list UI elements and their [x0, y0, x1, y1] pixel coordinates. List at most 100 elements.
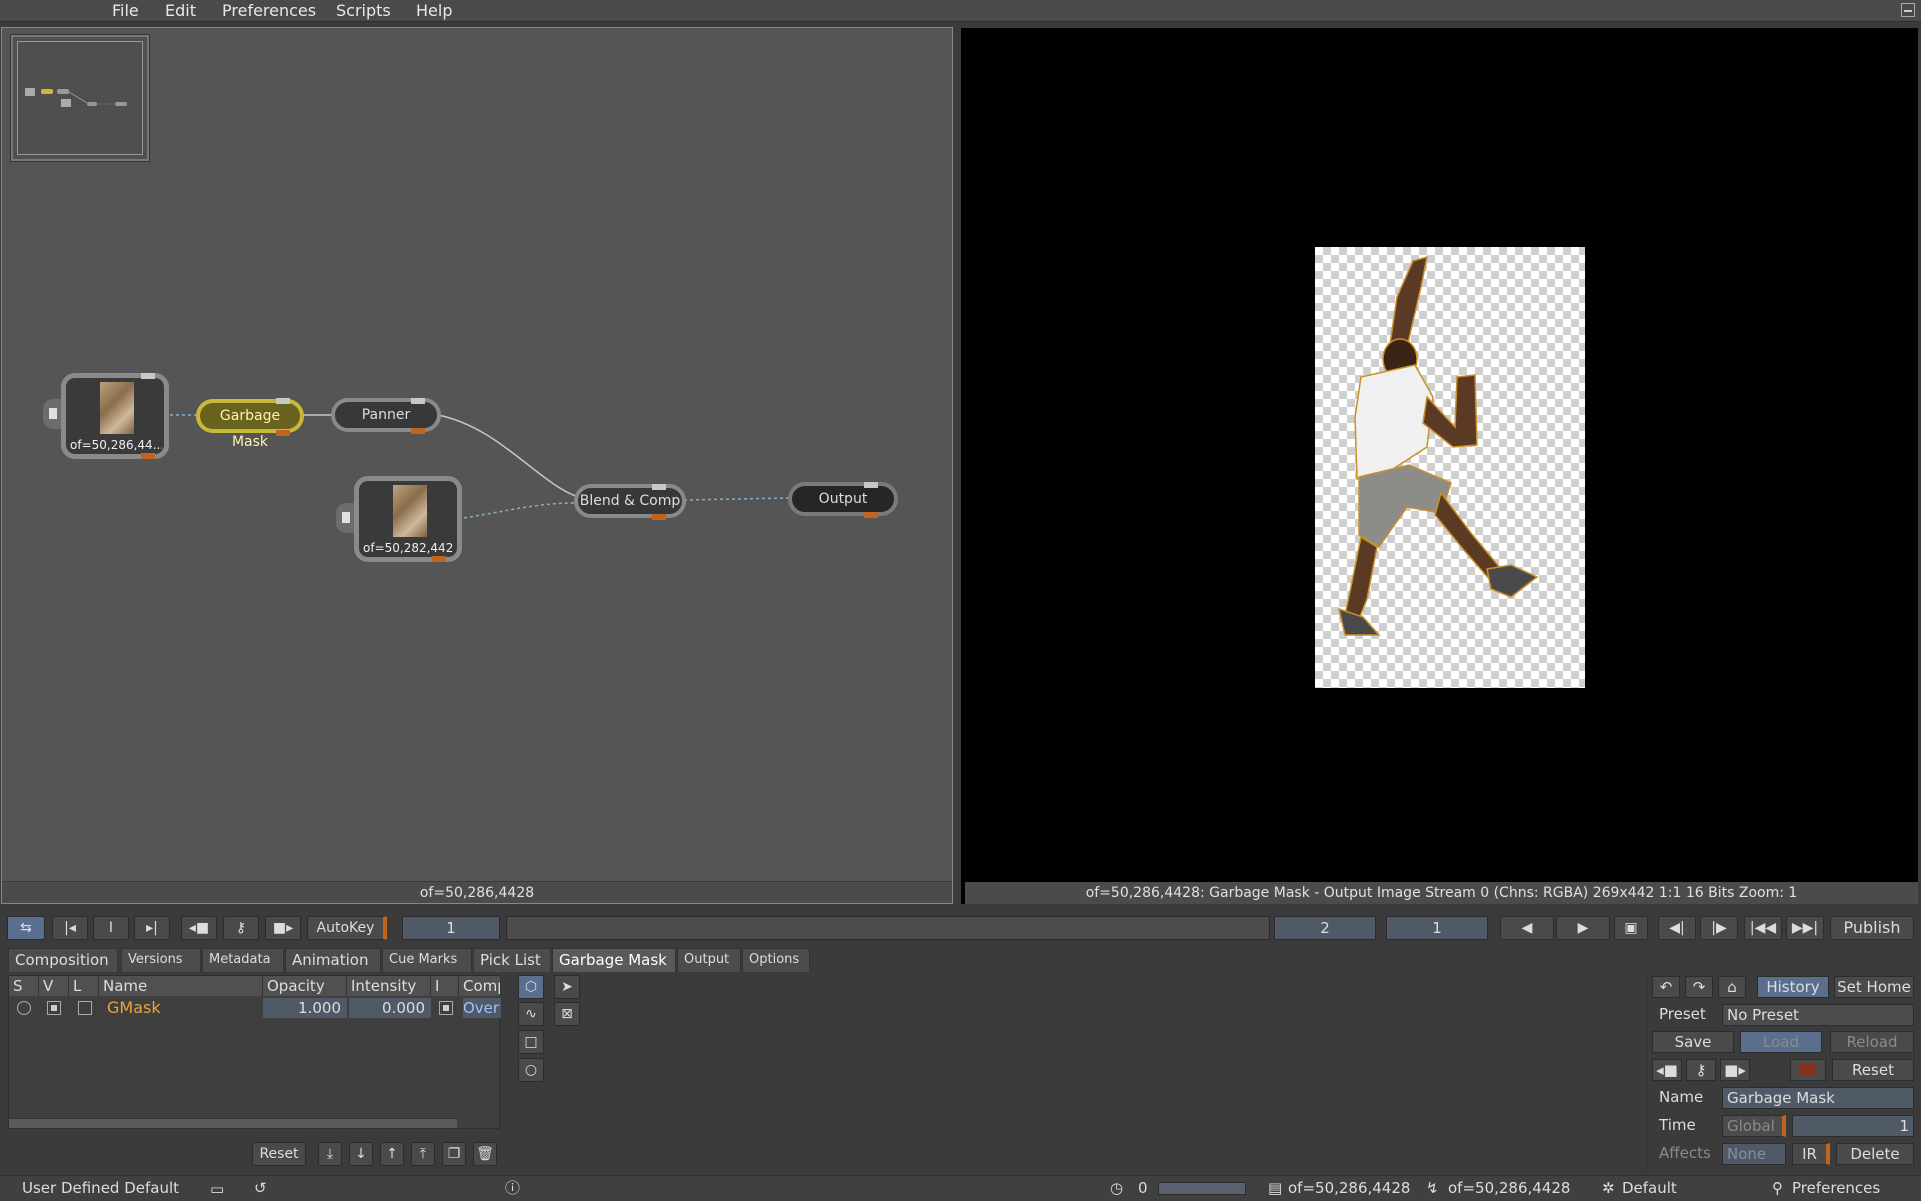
source-path-2[interactable]: of=50,286,4428: [1448, 1176, 1570, 1200]
source-node-2-input-port[interactable]: [336, 503, 356, 533]
graph-minimap[interactable]: [10, 34, 150, 162]
end-frame-field[interactable]: 2: [1274, 916, 1376, 940]
duplicate-button[interactable]: ❐: [442, 1142, 466, 1166]
table-horizontal-scrollbar[interactable]: [9, 1118, 457, 1128]
garbage-mask-node[interactable]: Garbage Mask: [196, 399, 304, 450]
port-top[interactable]: [276, 398, 290, 404]
undo-button[interactable]: ↶: [1652, 976, 1680, 998]
preset-dropdown[interactable]: No Preset: [1722, 1004, 1914, 1026]
solo-radio[interactable]: [17, 998, 35, 1018]
polygon-tool-button[interactable]: ⬡: [518, 975, 544, 999]
port-top[interactable]: [141, 373, 155, 379]
preferences-link[interactable]: Preferences: [1792, 1176, 1880, 1200]
redo-button[interactable]: ↷: [1685, 976, 1713, 998]
record-toggle[interactable]: [1790, 1059, 1826, 1081]
port-top[interactable]: [864, 482, 878, 488]
timeline-scrubber[interactable]: [506, 916, 1270, 940]
increment-field[interactable]: 1: [1386, 916, 1488, 940]
step-forward-button[interactable]: |▶: [1700, 916, 1738, 940]
affects-dropdown[interactable]: None: [1722, 1143, 1786, 1165]
save-button[interactable]: Save: [1652, 1031, 1734, 1053]
go-to-end-button[interactable]: ▸|: [134, 916, 170, 940]
move-up-button[interactable]: ↑: [380, 1142, 404, 1166]
source-path-1[interactable]: of=50,286,4428: [1288, 1176, 1410, 1200]
tab-output[interactable]: Output: [677, 948, 741, 972]
mask-name-cell[interactable]: GMask: [107, 998, 257, 1018]
port-top[interactable]: [411, 398, 425, 404]
next-key-button[interactable]: ■▸: [265, 916, 301, 940]
info-icon[interactable]: ⓘ: [505, 1176, 520, 1200]
reset-button[interactable]: Reset: [1832, 1059, 1914, 1081]
rendered-image[interactable]: [1315, 247, 1585, 688]
loop-toggle-button[interactable]: ⇆: [7, 916, 45, 940]
key-button[interactable]: ⚷: [223, 916, 259, 940]
comp-mode-cell[interactable]: Over: [463, 998, 501, 1018]
table-reset-button[interactable]: Reset: [252, 1142, 306, 1166]
tab-versions[interactable]: Versions: [121, 948, 201, 972]
column-header-intensity[interactable]: Intensity: [347, 976, 431, 996]
transform-tool-button[interactable]: ⊠: [554, 1002, 580, 1026]
jump-start-button[interactable]: |◀◀: [1744, 916, 1782, 940]
port-bottom[interactable]: [141, 453, 155, 459]
visible-checkbox[interactable]: [47, 998, 65, 1018]
layout-icon[interactable]: ▭: [210, 1177, 224, 1201]
bezier-tool-button[interactable]: ∿: [518, 1002, 544, 1026]
tab-garbage-mask[interactable]: Garbage Mask: [552, 948, 676, 972]
publish-button[interactable]: Publish: [1830, 916, 1914, 940]
column-header-l[interactable]: L: [69, 976, 99, 996]
column-header-s[interactable]: S: [9, 976, 39, 996]
port-top[interactable]: [652, 484, 666, 490]
column-header-v[interactable]: V: [39, 976, 69, 996]
time-value-field[interactable]: 1: [1792, 1115, 1914, 1137]
menu-scripts[interactable]: Scripts: [336, 1, 391, 20]
port-bottom[interactable]: [276, 430, 290, 436]
column-header-opacity[interactable]: Opacity: [263, 976, 347, 996]
ir-toggle[interactable]: IR: [1792, 1143, 1830, 1165]
port-bottom[interactable]: [652, 514, 666, 520]
tab-animation[interactable]: Animation: [285, 948, 381, 972]
invert-checkbox[interactable]: [439, 998, 457, 1018]
select-tool-button[interactable]: ➤: [554, 975, 580, 999]
tab-cue-marks[interactable]: Cue Marks: [382, 948, 472, 972]
port-bottom[interactable]: [432, 556, 446, 562]
history-button[interactable]: History: [1757, 976, 1829, 998]
next-key-button[interactable]: ■▸: [1720, 1059, 1750, 1081]
port-bottom[interactable]: [864, 512, 878, 518]
image-viewer[interactable]: [961, 28, 1918, 904]
node-graph-panel[interactable]: of=50,286,44... Garbage Mask Panner of=5…: [1, 27, 953, 904]
menu-help[interactable]: Help: [416, 1, 452, 20]
load-button[interactable]: Load: [1740, 1031, 1822, 1053]
output-node[interactable]: Output: [788, 482, 898, 516]
key-button[interactable]: ⚷: [1686, 1059, 1716, 1081]
delete-button[interactable]: Delete: [1836, 1143, 1914, 1165]
source-node-1-input-port[interactable]: [43, 399, 63, 429]
menu-file[interactable]: File: [112, 1, 139, 20]
column-header-i[interactable]: I: [431, 976, 459, 996]
go-to-start-button[interactable]: |◂: [52, 916, 88, 940]
node-name-field[interactable]: Garbage Mask: [1722, 1087, 1914, 1109]
current-frame-field[interactable]: 1: [402, 916, 500, 940]
move-bottom-button[interactable]: ⤓: [318, 1142, 342, 1166]
minimize-icon[interactable]: [1901, 3, 1915, 17]
blend-comp-node[interactable]: Blend & Comp: [574, 484, 686, 518]
autokey-toggle[interactable]: AutoKey: [307, 916, 387, 940]
port-bottom[interactable]: [411, 428, 425, 434]
reload-button[interactable]: Reload: [1830, 1031, 1914, 1053]
jump-end-button[interactable]: ▶▶|: [1786, 916, 1824, 940]
home-button[interactable]: ⌂: [1718, 976, 1746, 998]
menu-edit[interactable]: Edit: [165, 1, 196, 20]
previous-key-button[interactable]: ◂■: [1652, 1059, 1682, 1081]
step-back-button[interactable]: ◀|: [1658, 916, 1696, 940]
rectangle-tool-button[interactable]: □: [518, 1030, 544, 1054]
previous-key-button[interactable]: ◂■: [181, 916, 217, 940]
move-down-button[interactable]: ↓: [349, 1142, 373, 1166]
move-top-button[interactable]: ⤒: [411, 1142, 435, 1166]
tab-metadata[interactable]: Metadata: [202, 948, 284, 972]
column-header-name[interactable]: Name: [99, 976, 263, 996]
column-header-comp[interactable]: Comp: [459, 976, 501, 996]
play-once-button[interactable]: ▣: [1614, 916, 1648, 940]
opacity-cell[interactable]: 1.000: [263, 998, 347, 1018]
menu-preferences[interactable]: Preferences: [222, 1, 316, 20]
source-node-2[interactable]: of=50,282,442: [354, 476, 462, 562]
play-backward-button[interactable]: ◀: [1500, 916, 1554, 940]
